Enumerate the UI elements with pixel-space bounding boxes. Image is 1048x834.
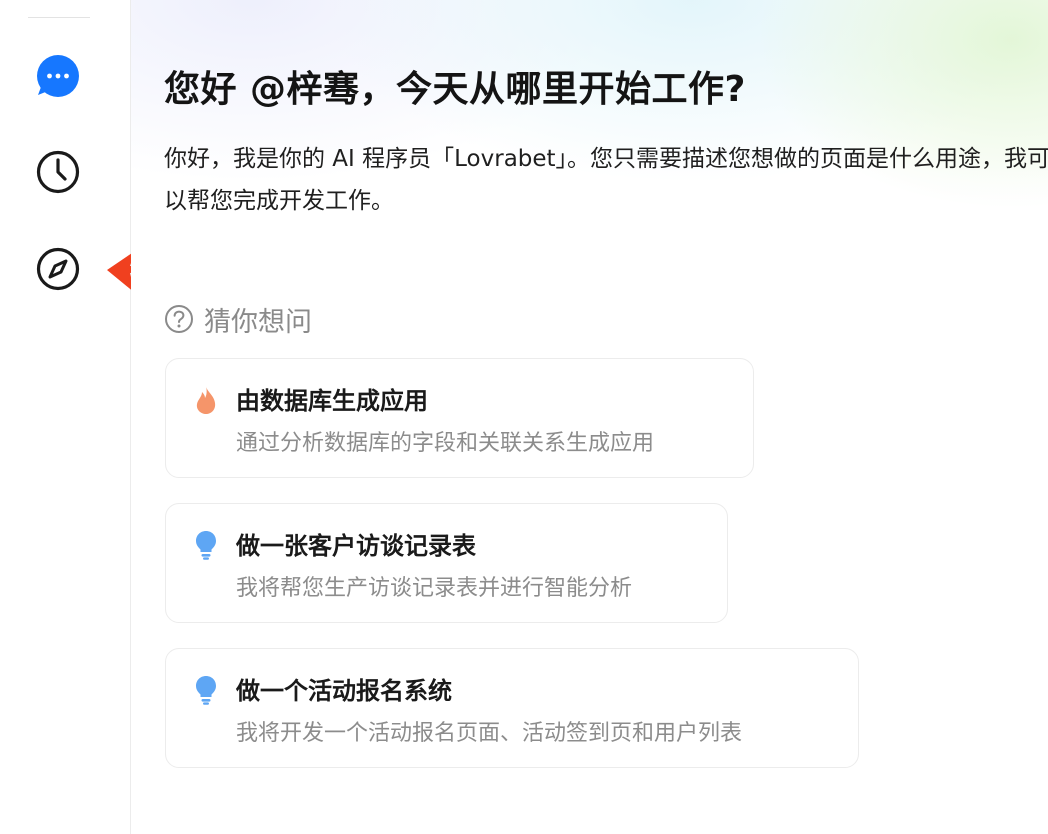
nav-chat-button[interactable] xyxy=(34,52,82,100)
sidebar xyxy=(0,0,131,834)
suggestion-desc: 我将开发一个活动报名页面、活动签到页和用户列表 xyxy=(236,721,743,746)
chat-bubble-icon xyxy=(37,55,79,97)
clock-icon xyxy=(36,150,80,194)
suggestion-title: 做一个活动报名系统 xyxy=(236,677,452,705)
suggestion-title: 由数据库生成应用 xyxy=(236,387,428,415)
page-title: 您好 @梓骞，今天从哪里开始工作? xyxy=(164,69,746,110)
suggestion-desc: 通过分析数据库的字段和关联关系生成应用 xyxy=(236,431,655,456)
question-circle-icon xyxy=(164,304,194,334)
nav-history-button[interactable] xyxy=(34,148,82,196)
nav-explore-button[interactable] xyxy=(34,245,82,293)
lightbulb-icon xyxy=(192,675,220,705)
suggestions-heading-label: 猜你想问 xyxy=(204,306,312,338)
main-content: 您好 @梓骞，今天从哪里开始工作? 你好，我是你的 AI 程序员「Lovrabe… xyxy=(131,0,1048,834)
compass-icon xyxy=(36,247,80,291)
fire-icon xyxy=(192,385,220,415)
suggestion-title: 做一张客户访谈记录表 xyxy=(236,532,476,560)
intro-text: 你好，我是你的 AI 程序员「Lovrabet」。您只需要描述您想做的页面是什么… xyxy=(164,146,1048,214)
suggestion-desc: 我将帮您生产访谈记录表并进行智能分析 xyxy=(236,576,633,601)
suggestion-card-interview-form[interactable]: 做一张客户访谈记录表 我将帮您生产访谈记录表并进行智能分析 xyxy=(165,503,728,623)
suggestion-card-event-signup[interactable]: 做一个活动报名系统 我将开发一个活动报名页面、活动签到页和用户列表 xyxy=(165,648,859,768)
suggestions-heading: 猜你想问 xyxy=(164,299,312,339)
suggestion-card-db-app[interactable]: 由数据库生成应用 通过分析数据库的字段和关联关系生成应用 xyxy=(165,358,754,478)
sidebar-divider xyxy=(28,17,90,18)
lightbulb-icon xyxy=(192,530,220,560)
